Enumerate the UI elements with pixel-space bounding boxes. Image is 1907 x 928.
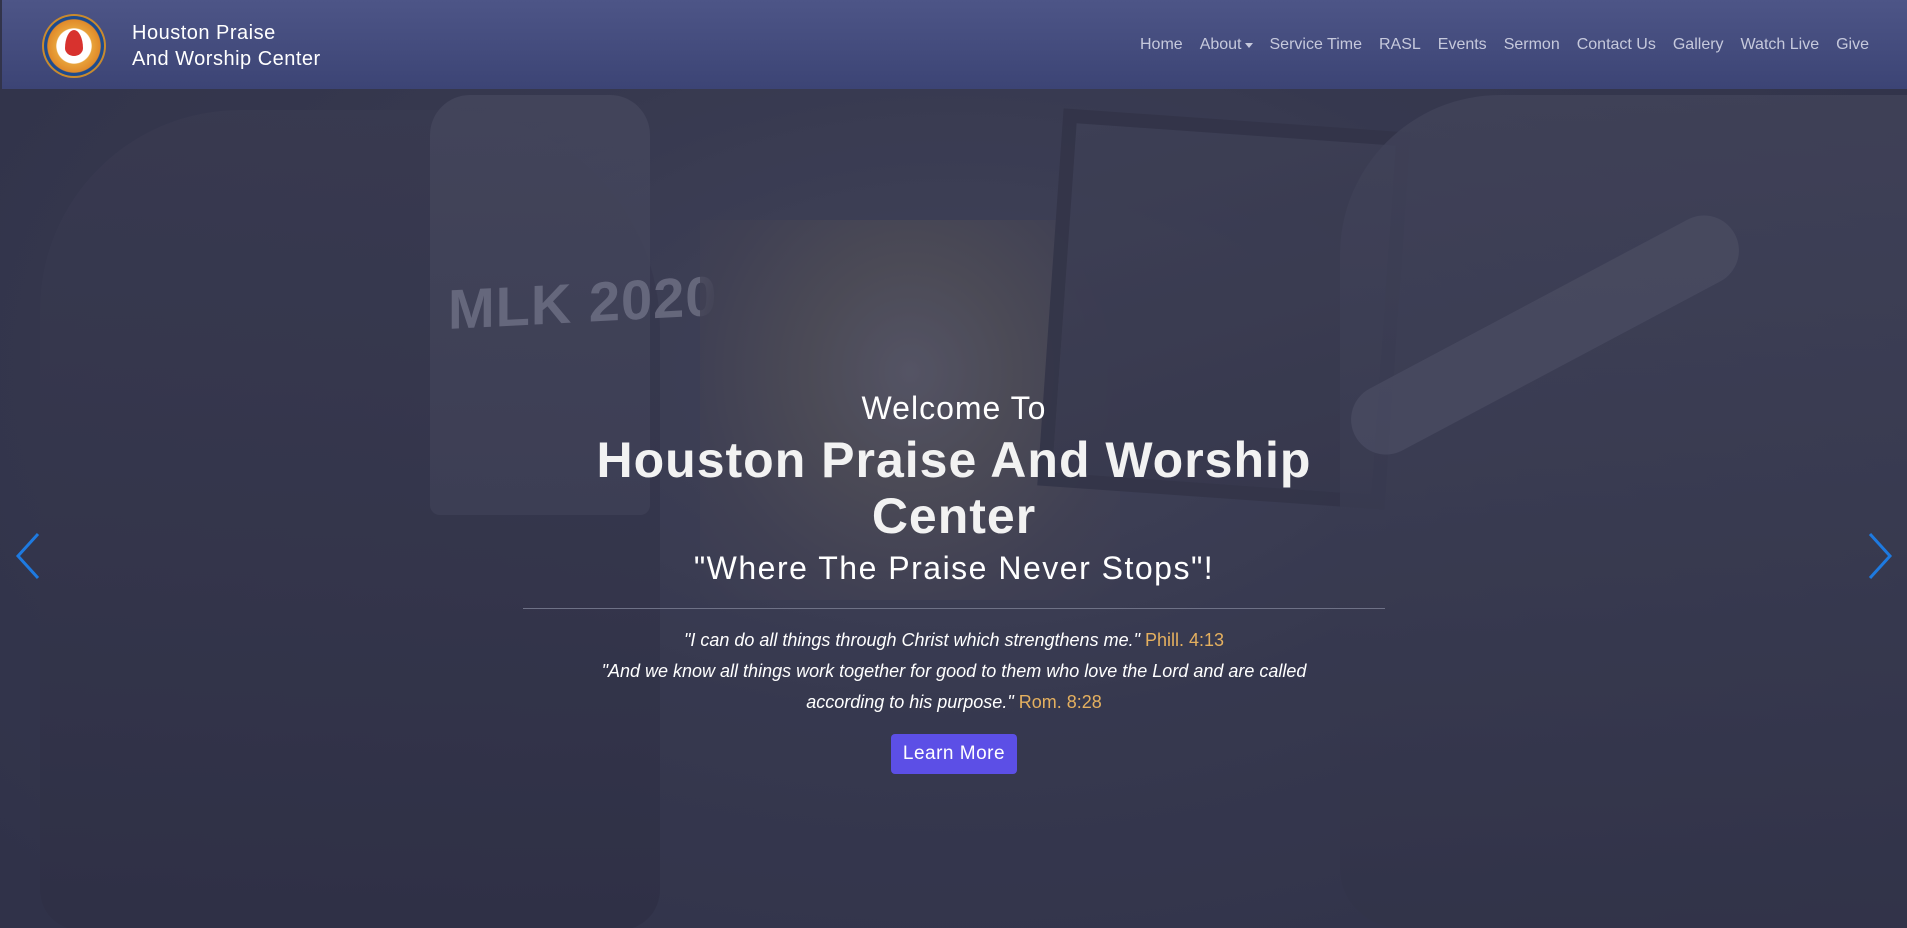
nav-item-rasl-label: RASL [1378,35,1421,53]
learn-more-button[interactable]: Learn More [890,734,1018,774]
verse-phill: "I can do all things through Christ whic… [523,625,1385,656]
hero-tagline: "Where The Praise Never Stops"! [693,550,1215,586]
nav-item-rasl[interactable]: RASL [1379,36,1421,54]
nav-item-service-time[interactable]: Service Time [1270,36,1362,54]
hero-welcome: Welcome To [861,390,1047,426]
church-logo-icon [42,14,106,78]
nav-item-give-label: Give [1836,35,1869,53]
caret-down-icon [1244,43,1253,48]
hero-carousel: MLK 2020 Welcome To Houston Praise And W… [0,0,1907,928]
nav-item-give[interactable]: Give [1836,36,1869,54]
nav-item-watch-live[interactable]: Watch Live [1741,36,1820,54]
top-navbar: Houston Praise And Worship Center Home A… [2,0,1907,89]
verse-rom-text-line1: "And we know all things work together fo… [601,661,1307,681]
verse-rom-text-line2: according to his purpose." [806,692,1014,712]
verse-rom-reference: Rom. 8:28 [1018,692,1102,712]
hero-caption: Welcome To Houston Praise And Worship Ce… [523,384,1385,774]
nav-item-contact-us-label: Contact Us [1576,35,1656,53]
nav-item-gallery-label: Gallery [1672,35,1724,53]
hero-title: Houston Praise And Worship Center [596,432,1312,544]
flame-icon [65,30,83,56]
chevron-left-icon [15,532,40,580]
nav-item-contact-us[interactable]: Contact Us [1577,36,1656,54]
nav-item-home-label: Home [1140,35,1183,53]
nav-item-service-time-label: Service Time [1269,35,1362,53]
nav-item-watch-live-label: Watch Live [1740,35,1820,53]
verse-phill-reference: Phill. 4:13 [1144,630,1225,650]
chevron-right-icon [1868,532,1893,580]
nav-item-sermon-label: Sermon [1503,35,1560,53]
brand-name-line2: And Worship Center [132,48,321,70]
brand-name: Houston Praise And Worship Center [132,20,321,72]
hero-divider [523,608,1385,609]
verse-rom: "And we know all things work together fo… [523,656,1385,718]
nav-item-gallery[interactable]: Gallery [1673,36,1724,54]
brand-name-line1: Houston Praise [132,22,276,44]
nav-item-events-label: Events [1437,35,1487,53]
verse-phill-text: "I can do all things through Christ whic… [683,630,1140,650]
nav-item-about-label: About [1199,35,1242,53]
nav-item-sermon[interactable]: Sermon [1504,36,1560,54]
carousel-next-button[interactable] [1862,530,1902,582]
nav-item-events[interactable]: Events [1438,36,1487,54]
carousel-prev-button[interactable] [6,530,46,582]
nav-item-about[interactable]: About [1200,36,1253,54]
brand-link[interactable]: Houston Praise And Worship Center [42,14,321,78]
nav-item-home[interactable]: Home [1140,36,1183,54]
main-nav: Home About Service Time RASL Events Serm… [1123,0,1869,89]
